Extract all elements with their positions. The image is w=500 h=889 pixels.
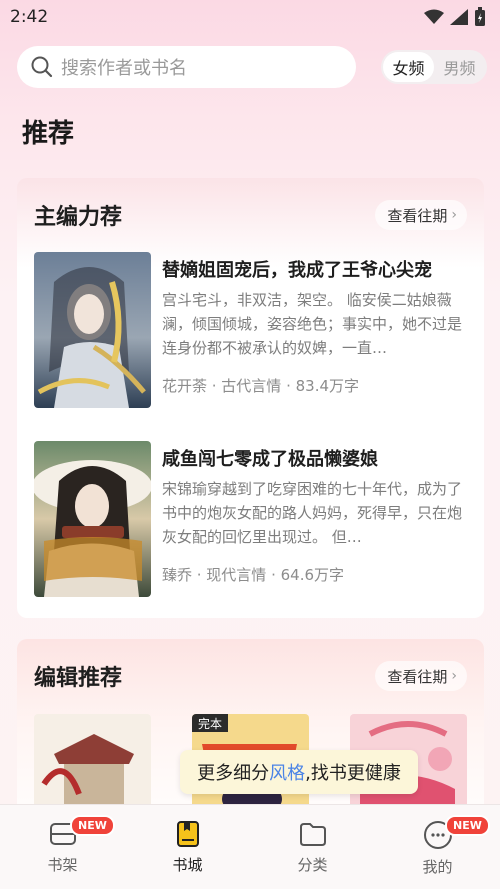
tab-category[interactable]: 分类 (250, 805, 375, 889)
view-history-label: 查看往期 (387, 206, 448, 225)
book-title: 咸鱼闯七零成了极品懒婆娘 (162, 449, 378, 470)
folder-icon (299, 823, 326, 846)
new-badge: NEW (445, 815, 490, 836)
book-cover[interactable] (34, 252, 151, 408)
book-item[interactable]: 咸鱼闯七零成了极品懒婆娘 宋锦瑜穿越到了吃穿困难的七十年代，成为了书中的炮灰女配… (34, 441, 467, 597)
status-icons (424, 7, 486, 27)
book-cover-art (34, 714, 151, 814)
card-header: 编辑推荐 查看往期 › (34, 661, 467, 691)
book-cover-art (34, 441, 151, 597)
page-title: 推荐 (22, 119, 75, 149)
view-history-label: 查看往期 (387, 667, 448, 686)
tab-label: 书城 (172, 856, 203, 874)
tip-text-suffix: ,找书更健康 (305, 763, 401, 784)
gender-option-male[interactable]: 男频 (434, 52, 485, 82)
search-icon (31, 56, 53, 78)
section-title: 主编力荐 (34, 205, 123, 230)
book-icon (176, 821, 199, 847)
card-header: 主编力荐 查看往期 › (34, 200, 467, 230)
battery-icon (475, 7, 485, 26)
tip-text-highlight: 风格 (269, 763, 306, 784)
tab-label: 书架 (47, 856, 78, 874)
tab-bookstore[interactable]: 书城 (125, 805, 250, 889)
search-row: 搜索作者或书名 女频 男频 (17, 46, 487, 88)
bottom-tab-bar: 书架 NEW 书城 分类 我的 NEW (0, 804, 500, 889)
gender-toggle: 女频 男频 (381, 50, 487, 84)
view-history-button[interactable]: 查看往期 › (375, 661, 467, 691)
chevron-right-icon: › (451, 207, 457, 223)
tip-bubble[interactable]: 更多细分 风格 ,找书更健康 (180, 750, 418, 794)
gender-option-female[interactable]: 女频 (383, 52, 434, 82)
search-input[interactable]: 搜索作者或书名 (17, 46, 356, 88)
book-title: 替嫡姐固宠后，我成了王爷心尖宠 (162, 260, 432, 281)
completed-badge: 完本 (198, 716, 222, 731)
tip-text-prefix: 更多细分 (197, 763, 270, 784)
book-description: 宫斗宅斗，非双洁，架空。 临安侯二姑娘薇澜，倾国倾城，姿容绝色；事实中，她不过是… (162, 291, 463, 357)
section-title: 编辑推荐 (34, 666, 123, 691)
editor-main-card: 主编力荐 查看往期 › 替嫡姐固宠后，我成了王爷心尖宠 宫斗宅斗，非双洁，架空。… (17, 178, 484, 618)
book-meta: 臻乔 · 现代言情 · 64.6万字 (162, 566, 345, 584)
book-cover-art (34, 252, 151, 408)
book-item[interactable]: 替嫡姐固宠后，我成了王爷心尖宠 宫斗宅斗，非双洁，架空。 临安侯二姑娘薇澜，倾国… (34, 252, 467, 408)
chevron-right-icon: › (451, 668, 457, 684)
wifi-icon (424, 9, 444, 24)
book-description: 宋锦瑜穿越到了吃穿困难的七十年代，成为了书中的炮灰女配的路人妈妈，死得早，只在炮… (162, 480, 463, 546)
status-time: 2:42 (10, 7, 49, 27)
tab-label: 我的 (422, 858, 453, 876)
search-placeholder: 搜索作者或书名 (61, 58, 187, 79)
book-meta: 花开荼 · 古代言情 · 83.4万字 (162, 377, 360, 395)
tab-profile[interactable]: 我的 NEW (375, 805, 500, 889)
tab-bookshelf[interactable]: 书架 NEW (0, 805, 125, 889)
status-bar: 2:42 (0, 0, 500, 34)
tab-label: 分类 (297, 856, 328, 874)
view-history-button[interactable]: 查看往期 › (375, 200, 467, 230)
new-badge: NEW (70, 815, 115, 836)
signal-icon (450, 9, 468, 25)
book-cover[interactable] (34, 441, 151, 597)
book-cover[interactable] (34, 714, 151, 814)
